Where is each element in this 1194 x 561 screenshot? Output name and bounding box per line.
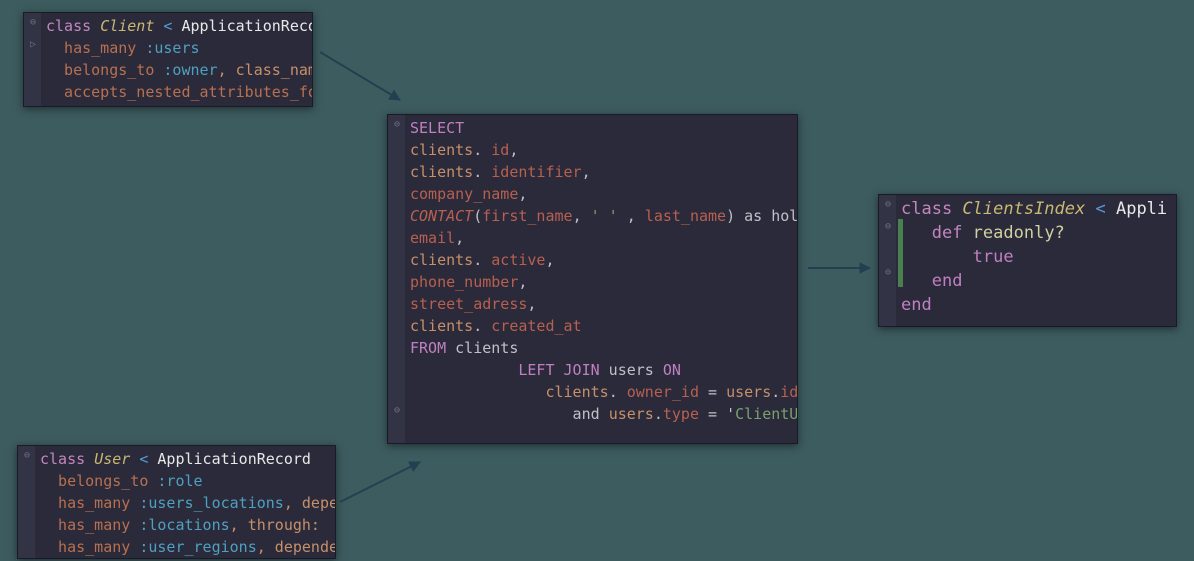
fold-icon: ⊖ [391,119,403,127]
code-content: class ClientsIndex < Appli def readonly?… [879,195,1176,319]
code-content: class Client < ApplicationRecord has_man… [24,13,312,105]
fold-icon: ⊖ [391,405,403,413]
editor-gutter: ⊖ [18,446,36,558]
indent-guide [898,219,903,287]
editor-gutter: ⊖ ⊖ [388,115,406,443]
editor-gutter: ⊖ ⊖ ⊖ [879,195,897,326]
editor-gutter: ⊖ ▷ [24,13,42,106]
fold-icon: ⊖ [882,221,894,229]
code-content: class User < ApplicationRecord belongs_t… [18,446,335,560]
fold-icon: ⊖ [882,267,894,275]
code-block-sql-view: ⊖ ⊖ SELECTclients. id,clients. identifie… [387,114,798,444]
fold-icon: ▷ [27,39,39,47]
code-block-clients-index: ⊖ ⊖ ⊖ class ClientsIndex < Appli def rea… [878,194,1177,327]
code-content: SELECTclients. id,clients. identifier,co… [388,115,797,427]
fold-icon: ⊖ [882,199,894,207]
fold-icon: ⊖ [21,450,33,458]
fold-icon: ⊖ [27,17,39,25]
code-block-user-model: ⊖ class User < ApplicationRecord belongs… [17,445,336,559]
code-block-client-model: ⊖ ▷ class Client < ApplicationRecord has… [23,12,313,107]
